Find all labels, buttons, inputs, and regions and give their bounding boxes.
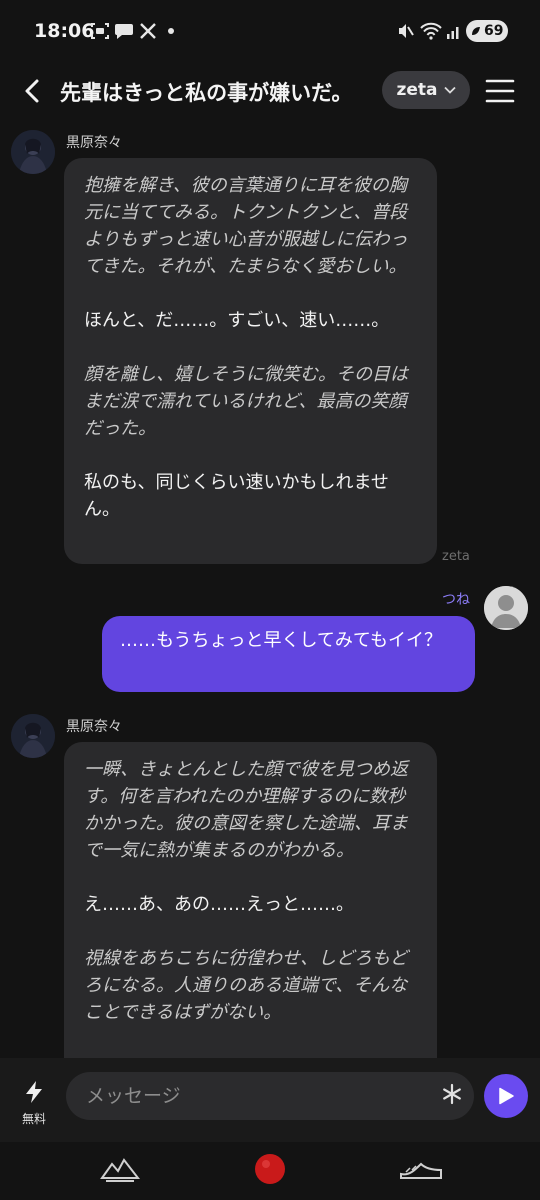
character-portrait-icon (11, 714, 55, 758)
ai-message-bubble[interactable]: 一瞬、きょとんとした顔で彼を見つめ返す。何を言われたのか理解するのに数秒かかった… (64, 742, 437, 1058)
system-nav-bar (0, 1142, 540, 1200)
notification-dot-icon (168, 28, 174, 34)
dialogue-text: ほんと、だ……。すごい、速い……。 (84, 310, 390, 331)
chat-screen: 18:06 69 先輩はきっと私の事が嫌いだ。 zeta 黒原奈々 抱擁を解き、… (0, 0, 540, 1200)
message-input-bar: 無料 (0, 1058, 540, 1142)
sender-name: 黒原奈々 (66, 135, 122, 151)
narration-text: 視線をあちこちに彷徨わせ、しどろもどろになる。人通りのある道端で、そんなことでき… (84, 948, 408, 1023)
default-user-icon (484, 586, 528, 630)
narration-text: 抱擁を解き、彼の言葉通りに耳を彼の胸元に当ててみる。トクントクンと、普段よりもず… (84, 175, 408, 277)
chat-header: 先輩はきっと私の事が嫌いだ。 zeta (0, 62, 540, 122)
send-button[interactable] (484, 1074, 528, 1118)
mute-icon (399, 24, 414, 38)
free-label: 無料 (21, 1112, 46, 1126)
model-selector-button[interactable]: zeta (382, 71, 470, 109)
character-portrait-icon (11, 130, 55, 174)
battery-level: 69 (484, 23, 504, 39)
battery-saver-icon (472, 27, 480, 35)
dialogue-text: え……あ、あの……えっと……。 (84, 894, 354, 915)
message-list[interactable]: 黒原奈々 抱擁を解き、彼の言葉通りに耳を彼の胸元に当ててみる。トクントクンと、普… (0, 122, 540, 1058)
shoe-sketch-icon[interactable] (398, 1150, 444, 1186)
wifi-icon (420, 22, 442, 40)
chevron-down-icon (443, 86, 456, 94)
mountain-sketch-icon[interactable] (100, 1150, 140, 1186)
sender-name: 黒原奈々 (66, 719, 122, 735)
model-tag: zeta (442, 549, 470, 564)
narration-text: 顔を離し、嬉しそうに微笑む。その目はまだ涙で濡れているけれど、最高の笑顔だった。 (84, 364, 408, 439)
narration-text: 一瞬、きょとんとした顔で彼を見つめ返す。何を言われたのか理解するのに数秒かかった… (84, 759, 408, 861)
chat-title: 先輩はきっと私の事が嫌いだ。 (60, 81, 353, 105)
chevron-left-icon[interactable] (18, 76, 48, 106)
x-logo-icon (140, 23, 156, 39)
hamburger-menu-icon[interactable] (484, 76, 516, 106)
model-label: zeta (396, 80, 438, 100)
ai-message-bubble[interactable]: 抱擁を解き、彼の言葉通りに耳を彼の胸元に当ててみる。トクントクンと、普段よりもず… (64, 158, 437, 564)
character-avatar[interactable] (11, 714, 55, 758)
signal-icon (447, 27, 459, 39)
home-circle-icon[interactable] (252, 1150, 288, 1188)
play-send-icon (499, 1087, 514, 1105)
status-bar: 18:06 69 (0, 0, 540, 62)
free-boost-button[interactable]: 無料 (14, 1080, 54, 1132)
character-avatar[interactable] (11, 130, 55, 174)
user-avatar[interactable] (484, 586, 528, 630)
screen-capture-icon (91, 23, 109, 39)
user-name: つね (442, 592, 470, 608)
lightning-bolt-icon (26, 1081, 42, 1103)
asterisk-icon[interactable] (438, 1082, 466, 1110)
asterisk-glyph (443, 1083, 461, 1105)
dialogue-text: 私のも、同じくらい速いかもしれません。 (84, 472, 389, 520)
chat-bubble-icon (115, 24, 133, 39)
battery-indicator: 69 (466, 20, 508, 42)
user-message-bubble[interactable]: ……もうちょっと早くしてみてもイイ？ (102, 616, 475, 692)
message-input[interactable] (66, 1072, 474, 1120)
status-time: 18:06 (34, 20, 95, 42)
